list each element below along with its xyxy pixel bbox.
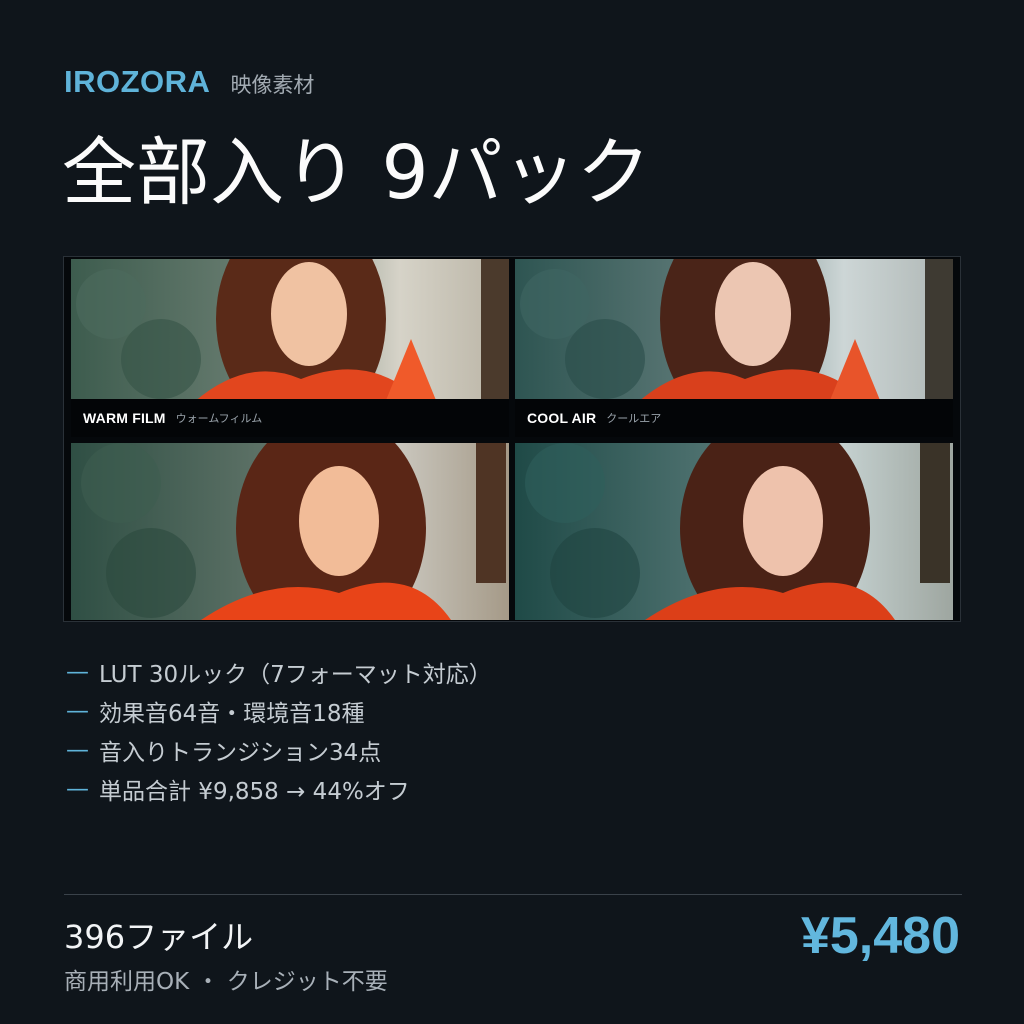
preview-photo [515,443,953,620]
file-count: 396ファイル [64,918,254,956]
bullet-dash: — [66,697,89,724]
tile-label-en: WARM FILM [83,410,166,426]
bullet-dash: — [66,658,89,685]
price: ¥5,480 [800,907,960,965]
list-item: — 単品合計 ¥9,858 → 44%オフ [66,769,492,808]
tile-caption: COOL AIR クールエア [515,399,953,437]
tile-caption: WARM FILM ウォームフィルム [71,399,509,437]
bullet-dash: — [66,775,89,802]
bullet-dash: — [66,736,89,763]
tile-label-en: COOL AIR [527,410,597,426]
preview-gallery: WARM FILM ウォームフィルム COOL AIR クールエア [63,256,961,622]
preview-tile-3 [71,443,509,620]
feature-list: — LUT 30ルック（7フォーマット対応） — 効果音64音・環境音18種 —… [66,652,492,808]
brand-subtitle: 映像素材 [230,73,315,97]
page-title: 全部入り 9パック [62,130,651,216]
preview-tile-4 [515,443,953,620]
list-item: — LUT 30ルック（7フォーマット対応） [66,652,492,691]
divider [64,894,962,895]
feature-text: 単品合計 ¥9,858 → 44%オフ [99,778,410,805]
preview-tile-cool-air: COOL AIR クールエア [515,259,953,437]
tile-label-ja: ウォームフィルム [175,412,263,425]
brand-header: IROZORA 映像素材 [64,64,314,100]
brand-logo: IROZORA [64,64,211,99]
list-item: — 効果音64音・環境音18種 [66,691,492,730]
list-item: — 音入りトランジション34点 [66,730,492,769]
license-note: 商用利用OK ・ クレジット不要 [64,969,388,995]
feature-text: LUT 30ルック（7フォーマット対応） [99,661,492,688]
preview-tile-warm-film: WARM FILM ウォームフィルム [71,259,509,437]
feature-text: 効果音64音・環境音18種 [99,700,365,727]
tile-label-ja: クールエア [606,412,662,425]
preview-photo [71,443,509,620]
feature-text: 音入りトランジション34点 [99,739,382,766]
